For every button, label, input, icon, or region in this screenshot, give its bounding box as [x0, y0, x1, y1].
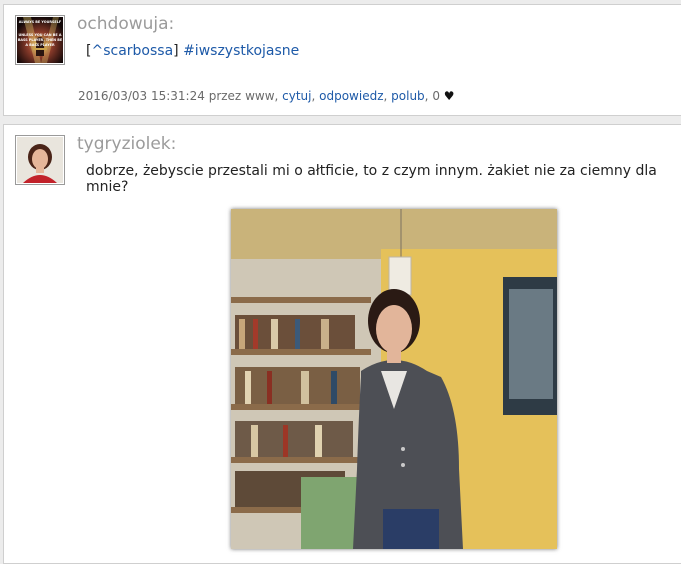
post-card: ALWAYS BE YOURSELF UNLESS YOU CAN BE A B…	[3, 4, 681, 116]
bass-player-meme-image: ALWAYS BE YOURSELF UNLESS YOU CAN BE A B…	[17, 17, 63, 63]
mention-link[interactable]: ^scarbossa	[91, 43, 173, 59]
woman-portrait-image	[17, 137, 63, 183]
heart-icon: ♥	[443, 89, 455, 103]
avatar[interactable]	[15, 135, 65, 185]
post-text: dobrze, żebyscie przestali mi o ałtficie…	[86, 163, 657, 195]
reply-link[interactable]: odpowiedz	[319, 89, 383, 103]
post-card: tygryziolek: dobrze, żebyscie przestali …	[3, 124, 681, 564]
username[interactable]: tygryziolek:	[77, 134, 176, 154]
post-meta: 2016/03/03 15:31:24 przez www, cytuj, od…	[78, 89, 455, 103]
meme-text: UNLESS YOU CAN BE A	[19, 33, 62, 37]
avatar[interactable]: ALWAYS BE YOURSELF UNLESS YOU CAN BE A B…	[15, 15, 65, 65]
like-link[interactable]: polub	[391, 89, 425, 103]
woman-in-jacket-photo	[231, 209, 557, 549]
quote-link[interactable]: cytuj	[282, 89, 311, 103]
post-body: [^scarbossa] #iwszystkojasne	[86, 43, 299, 59]
post-photo[interactable]	[231, 209, 557, 549]
like-count: 0	[432, 89, 440, 103]
username[interactable]: ochdowuja:	[77, 14, 174, 34]
meme-text: ALWAYS BE YOURSELF	[19, 20, 62, 24]
author-name: www	[245, 89, 275, 103]
bracket-close: ]	[173, 43, 179, 59]
by-label: przez	[208, 89, 242, 103]
post-body: dobrze, żebyscie przestali mi o ałtficie…	[86, 163, 681, 195]
post-datetime: 2016/03/03 15:31:24	[78, 89, 205, 103]
hashtag-link[interactable]: #iwszystkojasne	[183, 43, 299, 59]
meme-text: A BASS PLAYER	[25, 43, 55, 47]
meme-text: BASS PLAYER, THEN BE	[18, 38, 63, 42]
